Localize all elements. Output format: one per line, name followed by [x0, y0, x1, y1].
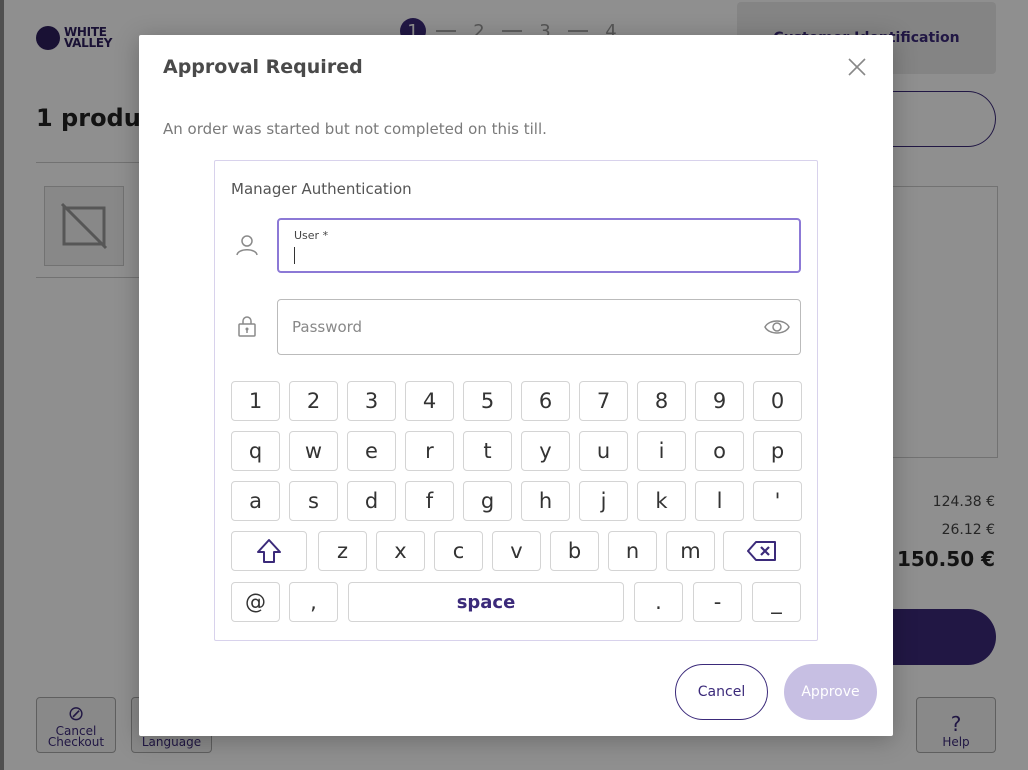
letter-key[interactable]: y — [521, 431, 570, 471]
letter-key[interactable]: x — [376, 531, 425, 571]
shift-key[interactable] — [231, 531, 307, 571]
approve-button[interactable]: Approve — [784, 664, 877, 720]
cancel-button[interactable]: Cancel — [675, 664, 768, 720]
letter-key[interactable]: r — [405, 431, 454, 471]
number-key[interactable]: 0 — [753, 381, 802, 421]
letter-key[interactable]: d — [347, 481, 396, 521]
text-caret — [294, 247, 295, 264]
symbol-key[interactable]: , — [289, 582, 338, 622]
letter-key[interactable]: a — [231, 481, 280, 521]
letter-key[interactable]: n — [608, 531, 657, 571]
letter-key[interactable]: b — [550, 531, 599, 571]
number-key[interactable]: 4 — [405, 381, 454, 421]
number-key[interactable]: 9 — [695, 381, 744, 421]
letter-key[interactable]: p — [753, 431, 802, 471]
letter-key[interactable]: i — [637, 431, 686, 471]
letter-key[interactable]: w — [289, 431, 338, 471]
letter-key[interactable]: j — [579, 481, 628, 521]
shift-arrow-icon — [257, 539, 281, 563]
letter-key[interactable]: h — [521, 481, 570, 521]
letter-key[interactable]: ' — [753, 481, 802, 521]
manager-authentication-title: Manager Authentication — [231, 180, 412, 198]
dialog-title: Approval Required — [163, 56, 363, 78]
number-key[interactable]: 6 — [521, 381, 570, 421]
backspace-icon — [747, 541, 776, 561]
symbol-key[interactable]: . — [634, 582, 683, 622]
eye-icon — [764, 320, 790, 334]
letter-key[interactable]: m — [666, 531, 715, 571]
user-icon — [235, 233, 259, 257]
user-field-label: User * — [294, 229, 329, 242]
letter-key[interactable]: l — [695, 481, 744, 521]
password-field[interactable] — [277, 299, 801, 355]
number-key[interactable]: 2 — [289, 381, 338, 421]
symbol-key[interactable]: _ — [752, 582, 801, 622]
letter-key[interactable]: u — [579, 431, 628, 471]
letter-key[interactable]: s — [289, 481, 338, 521]
number-key[interactable]: 3 — [347, 381, 396, 421]
letter-key[interactable]: e — [347, 431, 396, 471]
lock-icon — [235, 314, 259, 338]
symbol-key[interactable]: - — [693, 582, 742, 622]
dialog-description: An order was started but not completed o… — [163, 120, 547, 138]
letter-key[interactable]: k — [637, 481, 686, 521]
approval-dialog: Approval Required An order was started b… — [139, 35, 893, 736]
backspace-key[interactable] — [723, 531, 801, 571]
letter-key[interactable]: g — [463, 481, 512, 521]
letter-key[interactable]: q — [231, 431, 280, 471]
manager-authentication-panel: Manager Authentication User * 1 2 3 4 5 … — [214, 160, 818, 641]
user-field[interactable]: User * — [277, 218, 801, 273]
number-key[interactable]: 1 — [231, 381, 280, 421]
symbol-key[interactable]: @ — [231, 582, 280, 622]
number-key[interactable]: 7 — [579, 381, 628, 421]
close-button[interactable] — [845, 55, 869, 79]
letter-key[interactable]: v — [492, 531, 541, 571]
letter-key[interactable]: c — [434, 531, 483, 571]
show-password-button[interactable] — [764, 316, 790, 338]
letter-key[interactable]: t — [463, 431, 512, 471]
close-icon — [848, 58, 866, 76]
space-key[interactable]: space — [348, 582, 624, 622]
letter-key[interactable]: f — [405, 481, 454, 521]
letter-key[interactable]: z — [318, 531, 367, 571]
number-key[interactable]: 8 — [637, 381, 686, 421]
letter-key[interactable]: o — [695, 431, 744, 471]
number-key[interactable]: 5 — [463, 381, 512, 421]
password-input[interactable] — [292, 300, 732, 354]
